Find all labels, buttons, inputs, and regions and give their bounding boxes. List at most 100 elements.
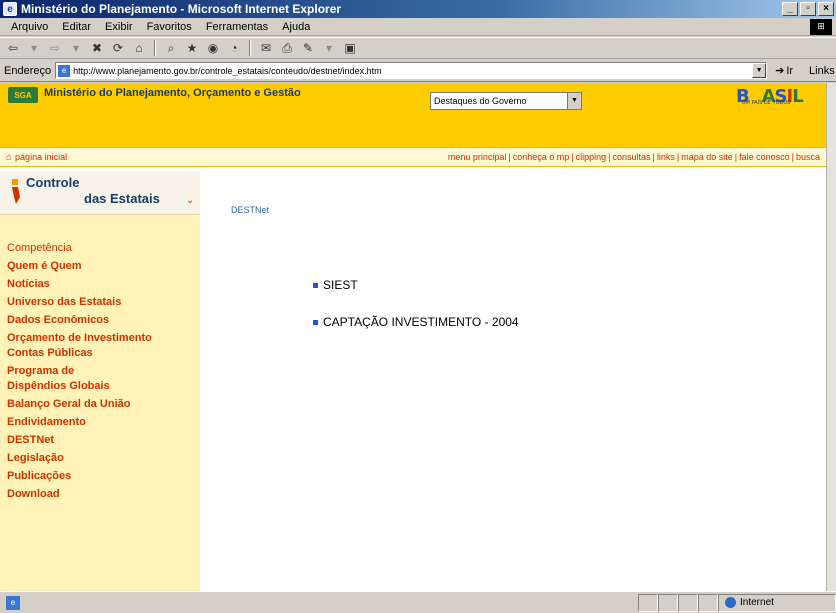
menu-editar[interactable]: Editar	[55, 21, 98, 33]
search-icon[interactable]: ⌕	[162, 40, 180, 56]
menu-favoritos[interactable]: Favoritos	[140, 21, 199, 33]
main-content: DESTNet SIEST CAPTAÇÃO INVESTIMENTO - 20…	[200, 171, 826, 591]
sidebar-item[interactable]: DESTNet	[7, 433, 197, 448]
captacao-link[interactable]: CAPTAÇÃO INVESTIMENTO - 2004	[323, 314, 519, 330]
bullet-icon	[313, 319, 318, 325]
top-nav-link[interactable]: menu principal	[448, 152, 507, 162]
window-title: Ministério do Planejamento - Microsoft I…	[21, 2, 342, 16]
menu-ajuda[interactable]: Ajuda	[275, 21, 317, 33]
home-link-label: página inicial	[15, 152, 68, 162]
top-nav-link[interactable]: clipping	[576, 152, 607, 162]
menu-ferramentas[interactable]: Ferramentas	[199, 21, 275, 33]
top-nav-link[interactable]: links	[657, 152, 675, 162]
address-url[interactable]: http://www.planejamento.gov.br/controle_…	[73, 66, 752, 76]
sidebar-item[interactable]: Orçamento de Investimento	[7, 331, 197, 346]
stop-icon[interactable]: ✖	[88, 40, 106, 56]
ie-icon: e	[3, 2, 17, 16]
top-nav-link[interactable]: mapa do site	[681, 152, 733, 162]
menu-bar: Arquivo Editar Exibir Favoritos Ferramen…	[0, 18, 836, 36]
status-pane	[698, 593, 718, 612]
vertical-scrollbar[interactable]	[826, 83, 836, 591]
menu-arquivo[interactable]: Arquivo	[4, 21, 55, 33]
top-navigation: ⌂ página inicial menu principal | conheça …	[0, 147, 826, 167]
refresh-icon[interactable]: ⟳	[109, 40, 127, 56]
page-status-icon: e	[6, 595, 20, 610]
section-title-line2: das Estatais	[84, 191, 160, 206]
destaques-select-value: Destaques do Governo	[434, 96, 527, 106]
discuss-icon[interactable]: ▣	[341, 40, 359, 56]
zone-label: Internet	[740, 597, 774, 608]
site-header: SGA Ministério do Planejamento, Orçament…	[0, 83, 826, 167]
mail-icon[interactable]: ✉	[257, 40, 275, 56]
address-bar: Endereço e http://www.planejamento.gov.b…	[0, 60, 836, 82]
status-pane	[678, 593, 698, 612]
sidebar-item[interactable]: Dispêndios Globais	[7, 379, 197, 394]
list-item[interactable]: SIEST	[313, 277, 519, 293]
home-link[interactable]: ⌂ página inicial	[6, 152, 67, 163]
chevron-down-icon[interactable]: ⌄	[186, 195, 194, 206]
status-pane	[638, 593, 658, 612]
security-zone: Internet	[718, 593, 836, 612]
edit-dropdown-icon[interactable]: ▾	[320, 40, 338, 56]
top-nav-link[interactable]: consultas	[612, 152, 650, 162]
brasil-letter: L	[792, 85, 804, 107]
windows-logo-icon: ⊞	[810, 18, 832, 35]
forward-icon[interactable]: ⇨	[46, 40, 64, 56]
forward-dropdown-icon[interactable]: ▾	[67, 40, 85, 56]
sidebar-item[interactable]: Quem é Quem	[7, 259, 197, 274]
status-bar: e Internet	[0, 591, 836, 613]
siest-link[interactable]: SIEST	[323, 277, 358, 293]
top-nav-link[interactable]: fale conosco	[739, 152, 790, 162]
sidebar-item[interactable]: Dados Econômicos	[7, 313, 197, 328]
maximize-button[interactable]: ▫	[800, 2, 816, 16]
sidebar-item[interactable]: Programa de	[7, 364, 197, 379]
brasil-logo[interactable]: B R A S I L UM PAÍS DE TODOS	[736, 85, 814, 107]
back-icon[interactable]: ⇦	[4, 40, 22, 56]
bullet-icon	[313, 282, 318, 288]
sidebar-item[interactable]: Endividamento	[7, 415, 197, 430]
status-pane	[658, 593, 678, 612]
sidebar-item[interactable]: Balanço Geral da União	[7, 397, 197, 412]
chevron-down-icon[interactable]: ▼	[567, 93, 581, 109]
sidebar-item[interactable]: Download	[7, 487, 197, 502]
destaques-select[interactable]: Destaques do Governo ▼	[430, 92, 582, 110]
back-dropdown-icon[interactable]: ▾	[25, 40, 43, 56]
page-title: DESTNet	[231, 205, 270, 215]
page-icon: e	[58, 64, 71, 77]
address-dropdown-icon[interactable]: ▼	[752, 63, 767, 78]
history-icon[interactable]: ◔	[225, 40, 243, 56]
sidebar-item[interactable]: Contas Públicas	[7, 346, 197, 361]
links-button[interactable]: Links	[809, 65, 835, 77]
ministry-name: Ministério do Planejamento, Orçamento e …	[44, 87, 301, 99]
go-arrow-icon: ➔	[775, 65, 785, 77]
toolbar: ⇦ ▾ ⇨ ▾ ✖ ⟳ ⌂ ⌕ ★ ◉ ◔ ✉ ⎙ ✎ ▾ ▣	[0, 37, 836, 59]
minimize-button[interactable]: _	[782, 2, 798, 16]
top-nav-link[interactable]: busca	[796, 152, 820, 162]
section-header: Controle das Estatais ⌄	[0, 171, 200, 215]
favorites-icon[interactable]: ★	[183, 40, 201, 56]
address-input[interactable]: e http://www.planejamento.gov.br/control…	[55, 62, 768, 79]
media-icon[interactable]: ◉	[204, 40, 222, 56]
sidebar-item[interactable]: Legislação	[7, 451, 197, 466]
toolbar-separator	[154, 40, 156, 56]
house-icon: ⌂	[6, 151, 13, 163]
sidebar-item[interactable]: Publicações	[7, 469, 197, 484]
top-nav-link[interactable]: conheça o mp	[513, 152, 570, 162]
menu-exibir[interactable]: Exibir	[98, 21, 140, 33]
top-links: menu principal | conheça o mp | clipping | con…	[448, 152, 820, 162]
close-button[interactable]: ×	[818, 2, 834, 16]
window-title-bar: e Ministério do Planejamento - Microsoft…	[0, 0, 836, 18]
edit-icon[interactable]: ✎	[299, 40, 317, 56]
ministry-logo[interactable]: SGA	[8, 87, 38, 103]
sidebar-nav: Competência Quem é Quem Notícias Universo d…	[7, 241, 197, 502]
sidebar-item[interactable]: Notícias	[7, 277, 197, 292]
home-icon[interactable]: ⌂	[130, 40, 148, 56]
sidebar-item[interactable]: Universo das Estatais	[7, 295, 197, 310]
list-item[interactable]: CAPTAÇÃO INVESTIMENTO - 2004	[313, 314, 519, 330]
print-icon[interactable]: ⎙	[278, 40, 296, 56]
section-title-line1: Controle	[26, 175, 80, 190]
go-label: Ir	[786, 64, 794, 77]
go-button[interactable]: ➔ Ir	[775, 64, 794, 78]
sidebar-item[interactable]: Competência	[7, 241, 197, 256]
content-link-list: SIEST CAPTAÇÃO INVESTIMENTO - 2004	[313, 277, 519, 330]
